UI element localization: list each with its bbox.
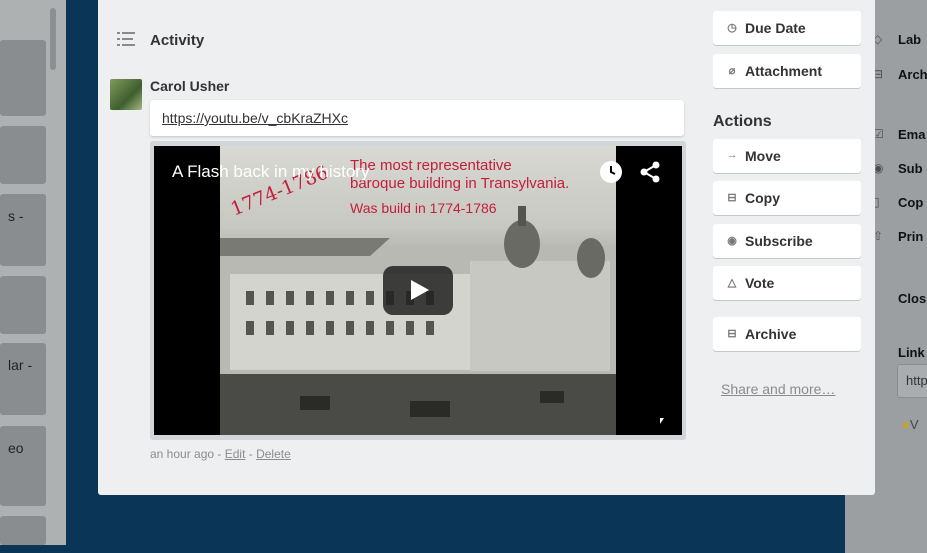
- archive-button[interactable]: ⊟ Archive: [713, 317, 861, 351]
- bg-label-item[interactable]: Lab: [898, 32, 921, 47]
- paperclip-icon: ⌀: [728, 65, 736, 77]
- bg-link-field[interactable]: http: [897, 364, 927, 398]
- clock-icon: [610, 166, 616, 175]
- bg-archive-item[interactable]: Arch: [898, 67, 927, 82]
- left-list-scrollbar[interactable]: [50, 8, 56, 70]
- move-button[interactable]: → Move: [713, 139, 861, 173]
- background-card[interactable]: [0, 276, 46, 334]
- comment-author[interactable]: Carol Usher: [150, 78, 229, 94]
- bg-subscribe-item[interactable]: Sub: [898, 161, 923, 176]
- share-and-more-link[interactable]: Share and more…: [721, 381, 835, 397]
- bg-link-label: Link: [898, 345, 925, 360]
- bg-footer-text: ●V: [902, 417, 919, 432]
- comment-link[interactable]: https://youtu.be/v_cbKraZHXc: [162, 110, 348, 126]
- eye-icon: ◉: [727, 235, 737, 247]
- attachment-button[interactable]: ⌀ Attachment: [713, 54, 861, 88]
- vote-button[interactable]: △ Vote: [713, 266, 861, 300]
- background-card[interactable]: [0, 40, 46, 116]
- background-card[interactable]: [0, 516, 46, 545]
- clock-icon: ◷: [727, 22, 737, 34]
- delete-comment-link[interactable]: Delete: [256, 447, 291, 461]
- background-card[interactable]: eo: [0, 426, 46, 506]
- background-card[interactable]: lar -: [0, 343, 46, 415]
- actions-heading: Actions: [713, 113, 772, 130]
- video-title[interactable]: A Flash back in my history: [172, 162, 369, 182]
- arrow-right-icon: →: [726, 149, 738, 161]
- video-caption-line1: The most representative: [350, 157, 512, 174]
- due-date-button[interactable]: ◷ Due Date: [713, 11, 861, 45]
- bg-print-item[interactable]: Prin: [898, 229, 923, 244]
- bg-copy-item[interactable]: Cop: [898, 195, 923, 210]
- board-left-list: s - lar - eo: [0, 0, 66, 545]
- video-caption-line3: Was build in 1774-1786: [350, 200, 497, 216]
- bg-email-item[interactable]: Ema: [898, 127, 925, 142]
- subscribe-button[interactable]: ◉ Subscribe: [713, 224, 861, 258]
- bg-close-item[interactable]: Clos: [898, 291, 926, 306]
- mouse-cursor: [660, 418, 664, 424]
- comment-body: https://youtu.be/v_cbKraZHXc: [150, 100, 684, 136]
- play-button[interactable]: [383, 266, 453, 315]
- background-card[interactable]: s -: [0, 194, 46, 266]
- bg-footer-icon: ●: [902, 417, 910, 432]
- background-card[interactable]: [0, 126, 46, 184]
- avatar[interactable]: [110, 79, 142, 110]
- activity-heading: Activity: [150, 32, 205, 49]
- copy-icon: ⊟: [727, 192, 737, 204]
- archive-icon: ⊟: [727, 328, 737, 340]
- edit-comment-link[interactable]: Edit: [225, 447, 246, 461]
- share-icon[interactable]: [638, 160, 662, 184]
- watch-later-icon[interactable]: [600, 161, 622, 183]
- video-player[interactable]: 1774-1786 The most representative baroqu…: [154, 146, 682, 435]
- comment-meta: an hour ago - Edit - Delete: [150, 447, 291, 461]
- comment-timestamp: an hour ago: [150, 447, 215, 461]
- copy-button[interactable]: ⊟ Copy: [713, 181, 861, 215]
- video-caption-line2: baroque building in Transylvania.: [350, 175, 570, 192]
- activity-list-icon: [117, 32, 135, 46]
- thumbs-up-icon: △: [727, 277, 737, 289]
